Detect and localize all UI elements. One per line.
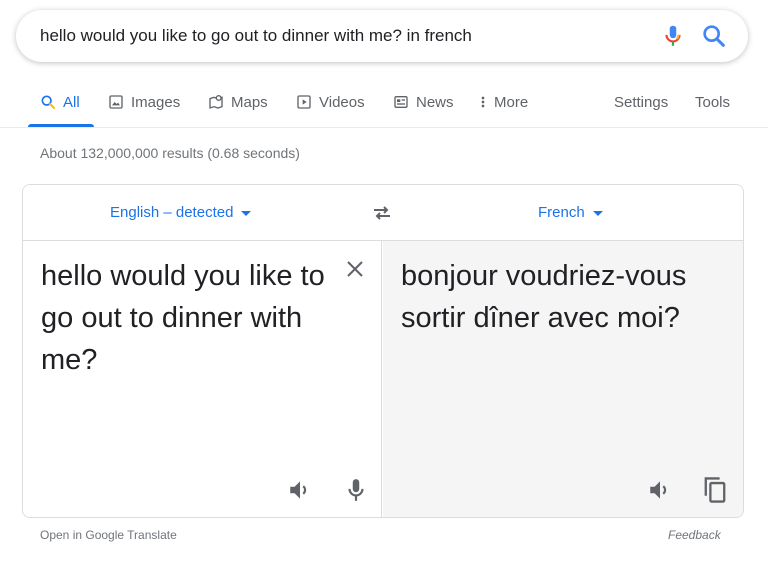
source-language-select[interactable]: English – detected xyxy=(110,204,252,221)
tab-more[interactable]: More xyxy=(478,92,528,112)
tab-label: All xyxy=(63,93,80,111)
map-icon xyxy=(208,94,224,110)
translated-text: bonjour voudriez-vous sortir dîner avec … xyxy=(401,260,687,334)
source-language-label: English – detected xyxy=(110,204,234,221)
result-stats: About 132,000,000 results (0.68 seconds) xyxy=(40,145,300,161)
search-tabs: All Images Maps Videos News More Setting… xyxy=(0,84,768,128)
video-icon xyxy=(296,94,312,110)
mic-icon[interactable] xyxy=(343,477,369,503)
more-vert-icon xyxy=(478,94,488,110)
dropdown-arrow-icon xyxy=(592,211,603,216)
translate-card: English – detected French hello would yo… xyxy=(22,184,744,518)
copy-icon[interactable] xyxy=(701,475,727,503)
search-icon[interactable] xyxy=(700,22,728,50)
tab-news[interactable]: News xyxy=(393,92,454,112)
tab-videos[interactable]: Videos xyxy=(296,92,365,112)
search-input[interactable]: hello would you like to go out to dinner… xyxy=(40,26,472,46)
language-bar: English – detected French xyxy=(23,185,743,241)
source-pane: hello would you like to go out to dinner… xyxy=(23,241,382,517)
dropdown-arrow-icon xyxy=(241,211,252,216)
speaker-icon[interactable] xyxy=(287,477,313,503)
search-icon xyxy=(40,94,56,110)
mic-icon[interactable] xyxy=(660,23,686,49)
active-tab-indicator xyxy=(28,124,94,127)
news-icon xyxy=(393,94,409,110)
settings-link[interactable]: Settings xyxy=(614,92,668,112)
feedback-link[interactable]: Feedback xyxy=(668,528,721,542)
tab-label: News xyxy=(416,93,454,111)
tab-label: Images xyxy=(131,93,181,111)
source-text[interactable]: hello would you like to go out to dinner… xyxy=(41,255,331,381)
image-icon xyxy=(108,94,124,110)
speaker-icon[interactable] xyxy=(647,477,673,503)
tools-link[interactable]: Tools xyxy=(695,92,730,112)
tab-label: Maps xyxy=(231,93,268,111)
close-icon[interactable] xyxy=(343,257,367,281)
target-pane: bonjour voudriez-vous sortir dîner avec … xyxy=(383,241,743,517)
search-bar[interactable]: hello would you like to go out to dinner… xyxy=(16,10,748,62)
tab-label: More xyxy=(494,93,529,111)
tab-label: Videos xyxy=(319,93,365,111)
tab-maps[interactable]: Maps xyxy=(208,92,268,112)
open-in-translate-link[interactable]: Open in Google Translate xyxy=(40,528,177,542)
tab-all[interactable]: All xyxy=(40,92,80,112)
target-language-label: French xyxy=(538,204,585,221)
tab-images[interactable]: Images xyxy=(108,92,180,112)
target-language-select[interactable]: French xyxy=(538,204,603,221)
swap-languages-icon[interactable] xyxy=(370,201,394,225)
